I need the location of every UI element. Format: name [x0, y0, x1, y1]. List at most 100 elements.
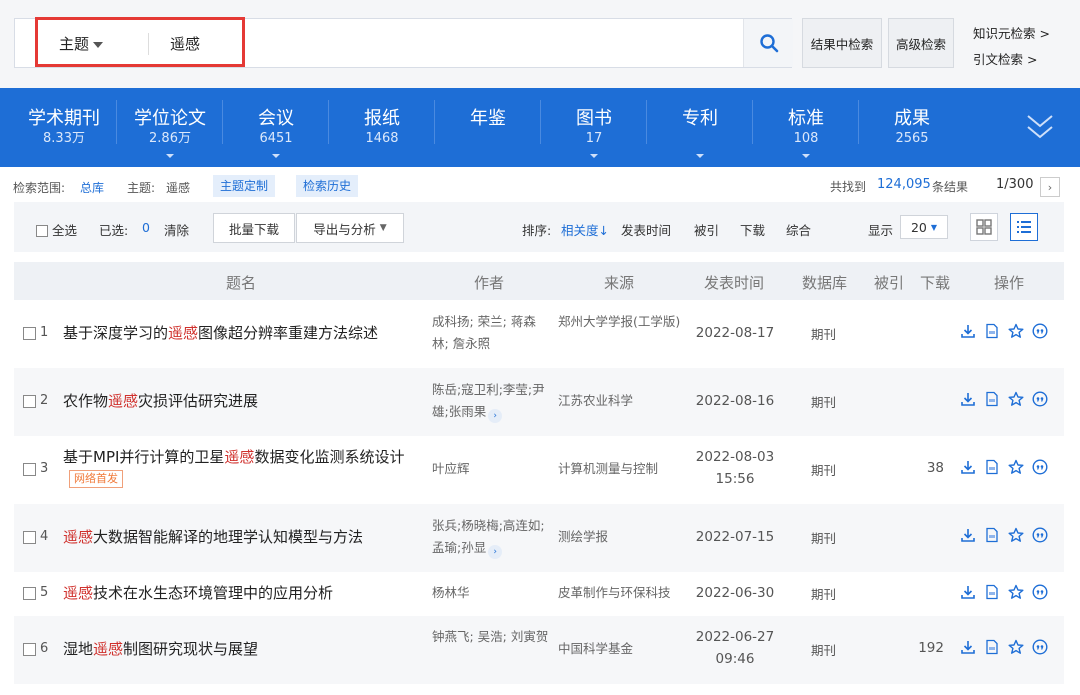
- cited-count[interactable]: 192: [904, 640, 944, 656]
- download-icon[interactable]: [960, 527, 976, 543]
- quote-icon[interactable]: [1032, 459, 1048, 475]
- download-icon[interactable]: [960, 459, 976, 475]
- authors[interactable]: 成科扬; 荣兰; 蒋森林; 詹永照: [432, 311, 550, 355]
- scope-value[interactable]: 总库: [80, 179, 104, 196]
- result-title-link[interactable]: 农作物遥感灾损评估研究进展: [63, 390, 428, 412]
- chevron-down-icon: [93, 41, 104, 48]
- favorite-star-icon[interactable]: [1008, 527, 1024, 543]
- quote-icon[interactable]: [1032, 391, 1048, 407]
- quote-icon[interactable]: [1032, 639, 1048, 655]
- source-link[interactable]: 郑州大学学报(工学版): [558, 311, 686, 333]
- row-checkbox[interactable]: [23, 395, 36, 408]
- quote-icon[interactable]: [1032, 527, 1048, 543]
- result-title-link[interactable]: 基于深度学习的遥感图像超分辨率重建方法综述: [63, 322, 428, 344]
- download-icon[interactable]: [960, 639, 976, 655]
- result-title-link[interactable]: 湿地遥感制图研究现状与展望: [63, 638, 428, 660]
- page-size-select[interactable]: 20 ▼: [900, 215, 948, 239]
- authors[interactable]: 杨林华: [432, 582, 550, 604]
- download-icon[interactable]: [960, 323, 976, 339]
- citation-search-link[interactable]: 引文检索 >: [973, 49, 1037, 68]
- row-checkbox[interactable]: [23, 327, 36, 340]
- result-title-link[interactable]: 基于MPI并行计算的卫星遥感数据变化监测系统设计网络首发: [63, 446, 428, 490]
- source-link[interactable]: 中国科学基金: [558, 638, 686, 660]
- column-download[interactable]: 下载: [920, 272, 950, 293]
- cited-count[interactable]: 38: [904, 460, 944, 476]
- result-title-link[interactable]: 遥感技术在水生态环境管理中的应用分析: [63, 582, 428, 604]
- authors[interactable]: 钟燕飞; 吴浩; 刘寅贺: [432, 626, 550, 648]
- chevron-right-icon[interactable]: ›: [488, 545, 503, 559]
- result-title-link[interactable]: 遥感大数据智能解译的地理学认知模型与方法: [63, 526, 428, 548]
- category-standard[interactable]: 标准 108: [761, 108, 851, 158]
- list-view-button[interactable]: [1010, 213, 1038, 241]
- next-page-button[interactable]: ›: [1040, 177, 1060, 197]
- html-read-icon[interactable]: [984, 459, 1000, 475]
- favorite-star-icon[interactable]: [1008, 584, 1024, 600]
- column-cited[interactable]: 被引: [874, 272, 904, 293]
- grid-view-button[interactable]: [970, 213, 998, 241]
- source-link[interactable]: 计算机测量与控制: [558, 458, 686, 480]
- download-icon[interactable]: [960, 391, 976, 407]
- category-name: 学位论文: [134, 108, 206, 129]
- select-all[interactable]: 全选: [36, 220, 77, 239]
- favorite-star-icon[interactable]: [1008, 639, 1024, 655]
- download-icon[interactable]: [960, 584, 976, 600]
- sort-download[interactable]: 下载: [740, 220, 765, 239]
- search-header: 主题 遥感 结果中检索 高级检索 知识元检索 > 引文检索 >: [0, 0, 1080, 88]
- source-link[interactable]: 测绘学报: [558, 526, 686, 548]
- search-box[interactable]: 主题 遥感: [14, 17, 793, 68]
- search-history-button[interactable]: 检索历史: [296, 175, 359, 197]
- category-thesis[interactable]: 学位论文 2.86万: [125, 108, 215, 158]
- category-patent[interactable]: 专利: [655, 108, 745, 158]
- authors[interactable]: 陈岳;寇卫利;李莹;尹雄;张雨果 ›: [432, 379, 550, 423]
- batch-download-button[interactable]: 批量下载: [213, 213, 295, 243]
- sort-cited[interactable]: 被引: [694, 220, 719, 239]
- export-analysis-button[interactable]: 导出与分析 ▼: [296, 213, 404, 243]
- search-field-select[interactable]: 主题: [59, 33, 104, 54]
- authors[interactable]: 张兵;杨晓梅;高连如;孟瑜;孙显 ›: [432, 515, 550, 559]
- chevron-right-icon[interactable]: ›: [488, 409, 503, 423]
- row-checkbox[interactable]: [23, 587, 36, 600]
- sort-date[interactable]: 发表时间: [621, 220, 671, 239]
- select-all-checkbox[interactable]: [36, 225, 48, 237]
- html-read-icon[interactable]: [984, 527, 1000, 543]
- favorite-star-icon[interactable]: [1008, 323, 1024, 339]
- clear-button[interactable]: 清除: [164, 220, 189, 239]
- quote-icon[interactable]: [1032, 323, 1048, 339]
- expand-categories-icon[interactable]: [1024, 112, 1056, 142]
- category-count: 1468: [365, 131, 399, 146]
- quote-icon[interactable]: [1032, 584, 1048, 600]
- search-in-results-button[interactable]: 结果中检索: [802, 18, 882, 68]
- knowledge-search-link[interactable]: 知识元检索 >: [973, 23, 1050, 42]
- favorite-star-icon[interactable]: [1008, 391, 1024, 407]
- category-newspaper[interactable]: 报纸 1468: [337, 108, 427, 148]
- category-yearbook[interactable]: 年鉴: [443, 108, 533, 130]
- html-read-icon[interactable]: [984, 391, 1000, 407]
- publish-date: 2022-07-15: [695, 529, 775, 545]
- favorite-star-icon[interactable]: [1008, 459, 1024, 475]
- topic-custom-button[interactable]: 主题定制: [213, 175, 276, 197]
- source-link[interactable]: 皮革制作与环保科技: [558, 582, 686, 604]
- row-checkbox[interactable]: [23, 643, 36, 656]
- advanced-search-button[interactable]: 高级检索: [888, 18, 954, 68]
- selected-count: 0: [142, 220, 150, 235]
- category-conference[interactable]: 会议 6451: [231, 108, 321, 158]
- database: 期刊: [811, 463, 837, 478]
- search-button[interactable]: [743, 19, 793, 67]
- search-input[interactable]: 遥感: [170, 33, 200, 54]
- html-read-icon[interactable]: [984, 639, 1000, 655]
- source-link[interactable]: 江苏农业科学: [558, 390, 686, 412]
- html-read-icon[interactable]: [984, 323, 1000, 339]
- authors[interactable]: 叶应辉: [432, 458, 550, 480]
- caret-down-icon: [590, 154, 598, 158]
- title-text: 基于MPI并行计算的卫星: [63, 448, 225, 466]
- category-journal[interactable]: 学术期刊 8.33万: [19, 108, 109, 148]
- sort-overall[interactable]: 综合: [786, 220, 811, 239]
- sort-relevance[interactable]: 相关度↓: [561, 220, 609, 239]
- column-operations: 操作: [994, 274, 1025, 292]
- search-icon: [759, 34, 778, 53]
- category-achievement[interactable]: 成果 2565: [867, 108, 957, 148]
- html-read-icon[interactable]: [984, 584, 1000, 600]
- row-checkbox[interactable]: [23, 463, 36, 476]
- category-book[interactable]: 图书 17: [549, 108, 639, 158]
- row-checkbox[interactable]: [23, 531, 36, 544]
